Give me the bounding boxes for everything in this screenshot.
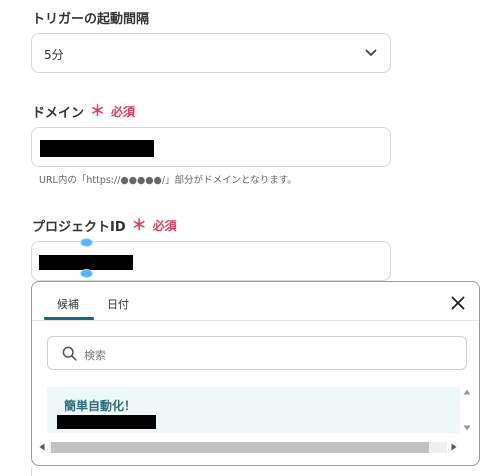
- required-mark: ＊: [131, 216, 147, 234]
- selection-handle-top[interactable]: [81, 239, 92, 246]
- scroll-right-arrow-icon[interactable]: [451, 443, 457, 451]
- domain-input[interactable]: [31, 127, 391, 167]
- redacted-project-id-value: [39, 255, 133, 270]
- search-icon: [62, 346, 77, 361]
- chevron-down-icon: [365, 49, 377, 56]
- trigger-interval-label-text: トリガーの起動間隔: [32, 12, 150, 27]
- suggestion-dropdown: 候補 日付 検索 簡単自動化！: [31, 281, 480, 466]
- tab-candidates[interactable]: 候補: [57, 296, 79, 312]
- project-id-label-text: プロジェクトID: [32, 220, 126, 235]
- redacted-item-value: [57, 415, 156, 429]
- scroll-left-arrow-icon[interactable]: [39, 443, 45, 451]
- domain-label: ドメイン ＊ 必須: [32, 102, 136, 122]
- trigger-interval-label: トリガーの起動間隔: [32, 8, 149, 27]
- list-item-title: 簡単自動化！: [64, 399, 137, 413]
- tab-date[interactable]: 日付: [107, 296, 129, 312]
- next-field-fragment: [31, 468, 51, 476]
- search-placeholder: 検索: [84, 349, 106, 362]
- redacted-domain-value: [40, 140, 154, 157]
- selection-handle-bottom[interactable]: [81, 270, 92, 277]
- domain-hint: URL内の「https://●●●●●/」部分がドメインとなります。: [39, 175, 297, 186]
- horizontal-scrollbar[interactable]: [37, 441, 461, 453]
- project-id-label: プロジェクトID ＊ 必須: [32, 216, 177, 236]
- form-page: トリガーの起動間隔 5分 ドメイン ＊ 必須 URL内の「https://●●●…: [0, 0, 504, 476]
- domain-label-text: ドメイン: [32, 106, 85, 121]
- list-item[interactable]: 簡単自動化！: [47, 387, 460, 433]
- scrollbar-thumb[interactable]: [51, 442, 429, 453]
- required-mark: ＊: [90, 102, 106, 120]
- tab-divider: [32, 320, 479, 321]
- search-input[interactable]: 検索: [47, 336, 467, 370]
- required-text: 必須: [111, 105, 136, 119]
- scroll-down-arrow-icon[interactable]: [463, 425, 471, 431]
- scroll-up-arrow-icon[interactable]: [463, 389, 471, 395]
- required-text: 必須: [152, 219, 177, 233]
- trigger-interval-select[interactable]: 5分: [31, 33, 391, 73]
- suggestion-list: 簡単自動化！: [47, 387, 460, 433]
- close-icon[interactable]: [451, 296, 465, 310]
- trigger-interval-value: 5分: [44, 48, 64, 62]
- vertical-scrollbar[interactable]: [462, 387, 472, 441]
